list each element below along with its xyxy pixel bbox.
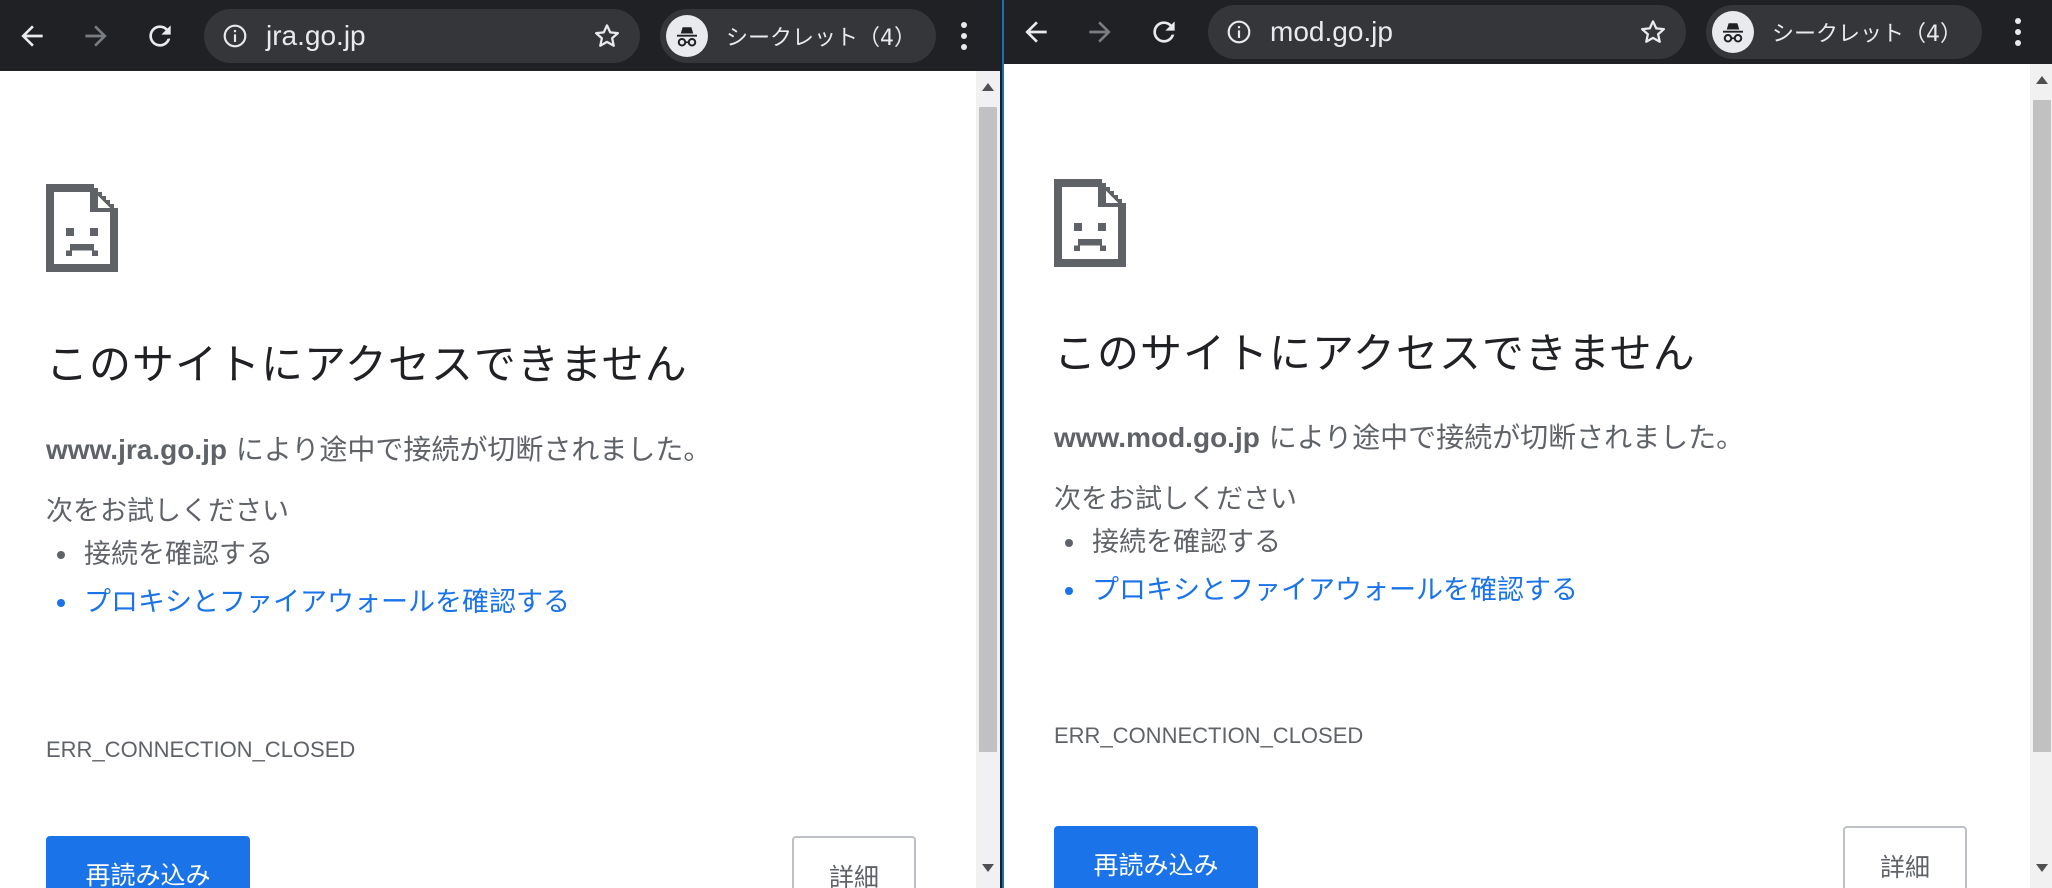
incognito-indicator[interactable]: シークレット（4）	[1706, 5, 1982, 59]
incognito-label: シークレット（4）	[726, 25, 916, 51]
info-icon[interactable]	[222, 23, 248, 49]
back-button[interactable]	[1004, 0, 1068, 64]
suggestion-check-proxy-firewall-link[interactable]: プロキシとファイアウォールを確認する	[80, 579, 570, 627]
kebab-menu-icon	[2015, 18, 2021, 46]
error-message: www.jra.go.jp により途中で接続が切断されました。	[46, 428, 711, 468]
error-host: www.mod.go.jp	[1054, 422, 1260, 453]
error-code: ERR_CONNECTION_CLOSED	[46, 737, 356, 762]
suggestion-check-proxy-firewall-link[interactable]: プロキシとファイアウォールを確認する	[1088, 567, 1578, 615]
sad-document-icon	[46, 184, 118, 272]
triangle-up-icon	[982, 83, 994, 91]
arrow-left-icon	[1025, 21, 1047, 43]
vertical-scrollbar[interactable]	[976, 71, 1000, 888]
browser-window-left: jra.go.jp シークレット（4） このサイトにアクセスできません www.…	[0, 0, 1000, 888]
page-content: このサイトにアクセスできません www.mod.go.jp により途中で接続が切…	[1004, 64, 2030, 888]
toolbar: jra.go.jp シークレット（4）	[0, 0, 1000, 71]
triangle-down-icon	[2036, 864, 2048, 872]
toolbar: mod.go.jp シークレット（4）	[1004, 0, 2052, 64]
forward-button[interactable]	[64, 4, 128, 68]
try-label: 次をお試しください	[46, 496, 289, 527]
back-button[interactable]	[0, 4, 64, 68]
reload-button[interactable]: 再読み込み	[1054, 826, 1258, 888]
triangle-up-icon	[2036, 76, 2048, 84]
arrow-left-icon	[21, 24, 43, 47]
suggestion-list: 接続を確認する プロキシとファイアウォールを確認する	[1008, 519, 1578, 615]
star-icon[interactable]	[1638, 17, 1668, 47]
arrow-right-icon	[1089, 21, 1111, 43]
incognito-icon	[666, 14, 708, 57]
scroll-up-arrow[interactable]	[976, 75, 1000, 99]
info-icon[interactable]	[1226, 19, 1252, 45]
error-heading: このサイトにアクセスできません	[1054, 329, 1696, 378]
incognito-icon	[1712, 11, 1754, 53]
error-host: www.jra.go.jp	[46, 434, 227, 465]
address-bar[interactable]: jra.go.jp	[204, 8, 640, 63]
error-heading: このサイトにアクセスできません	[46, 340, 688, 389]
browser-window-right: mod.go.jp シークレット（4） このサイトにアクセスできません www.…	[1002, 0, 2052, 888]
address-bar[interactable]: mod.go.jp	[1208, 5, 1686, 59]
suggestion-check-connection: 接続を確認する	[1088, 519, 1578, 567]
error-message-text: により途中で接続が切断されました。	[1259, 421, 1745, 454]
incognito-label: シークレット（4）	[1772, 22, 1962, 47]
url-text[interactable]: jra.go.jp	[266, 20, 592, 52]
forward-button[interactable]	[1068, 0, 1132, 64]
scroll-thumb[interactable]	[979, 107, 997, 752]
page-content: このサイトにアクセスできません www.jra.go.jp により途中で接続が切…	[0, 71, 976, 888]
scroll-up-arrow[interactable]	[2030, 68, 2052, 92]
details-button[interactable]: 詳細	[792, 836, 916, 888]
reload-icon	[149, 24, 171, 47]
browser-menu-button[interactable]	[2004, 5, 2032, 59]
star-icon[interactable]	[592, 21, 622, 51]
triangle-down-icon	[982, 864, 994, 872]
error-message-text: により途中で接続が切断されました。	[226, 433, 712, 466]
sad-document-icon	[1054, 179, 1126, 267]
incognito-indicator[interactable]: シークレット（4）	[660, 8, 936, 63]
reload-page-button[interactable]	[1132, 0, 1196, 64]
scroll-thumb[interactable]	[2033, 100, 2051, 752]
details-button[interactable]: 詳細	[1843, 826, 1967, 888]
scroll-down-arrow[interactable]	[2030, 856, 2052, 880]
scroll-down-arrow[interactable]	[976, 856, 1000, 880]
reload-page-button[interactable]	[128, 4, 192, 68]
browser-menu-button[interactable]	[950, 9, 978, 63]
suggestion-check-connection: 接続を確認する	[80, 531, 570, 579]
vertical-scrollbar[interactable]	[2030, 64, 2052, 888]
error-code: ERR_CONNECTION_CLOSED	[1054, 723, 1364, 748]
reload-icon	[1153, 21, 1175, 43]
error-message: www.mod.go.jp により途中で接続が切断されました。	[1054, 416, 1744, 456]
suggestion-list: 接続を確認する プロキシとファイアウォールを確認する	[0, 531, 570, 627]
kebab-menu-icon	[961, 21, 967, 50]
reload-button[interactable]: 再読み込み	[46, 836, 250, 888]
arrow-right-icon	[85, 24, 107, 47]
url-text[interactable]: mod.go.jp	[1270, 16, 1638, 48]
try-label: 次をお試しください	[1054, 484, 1297, 515]
